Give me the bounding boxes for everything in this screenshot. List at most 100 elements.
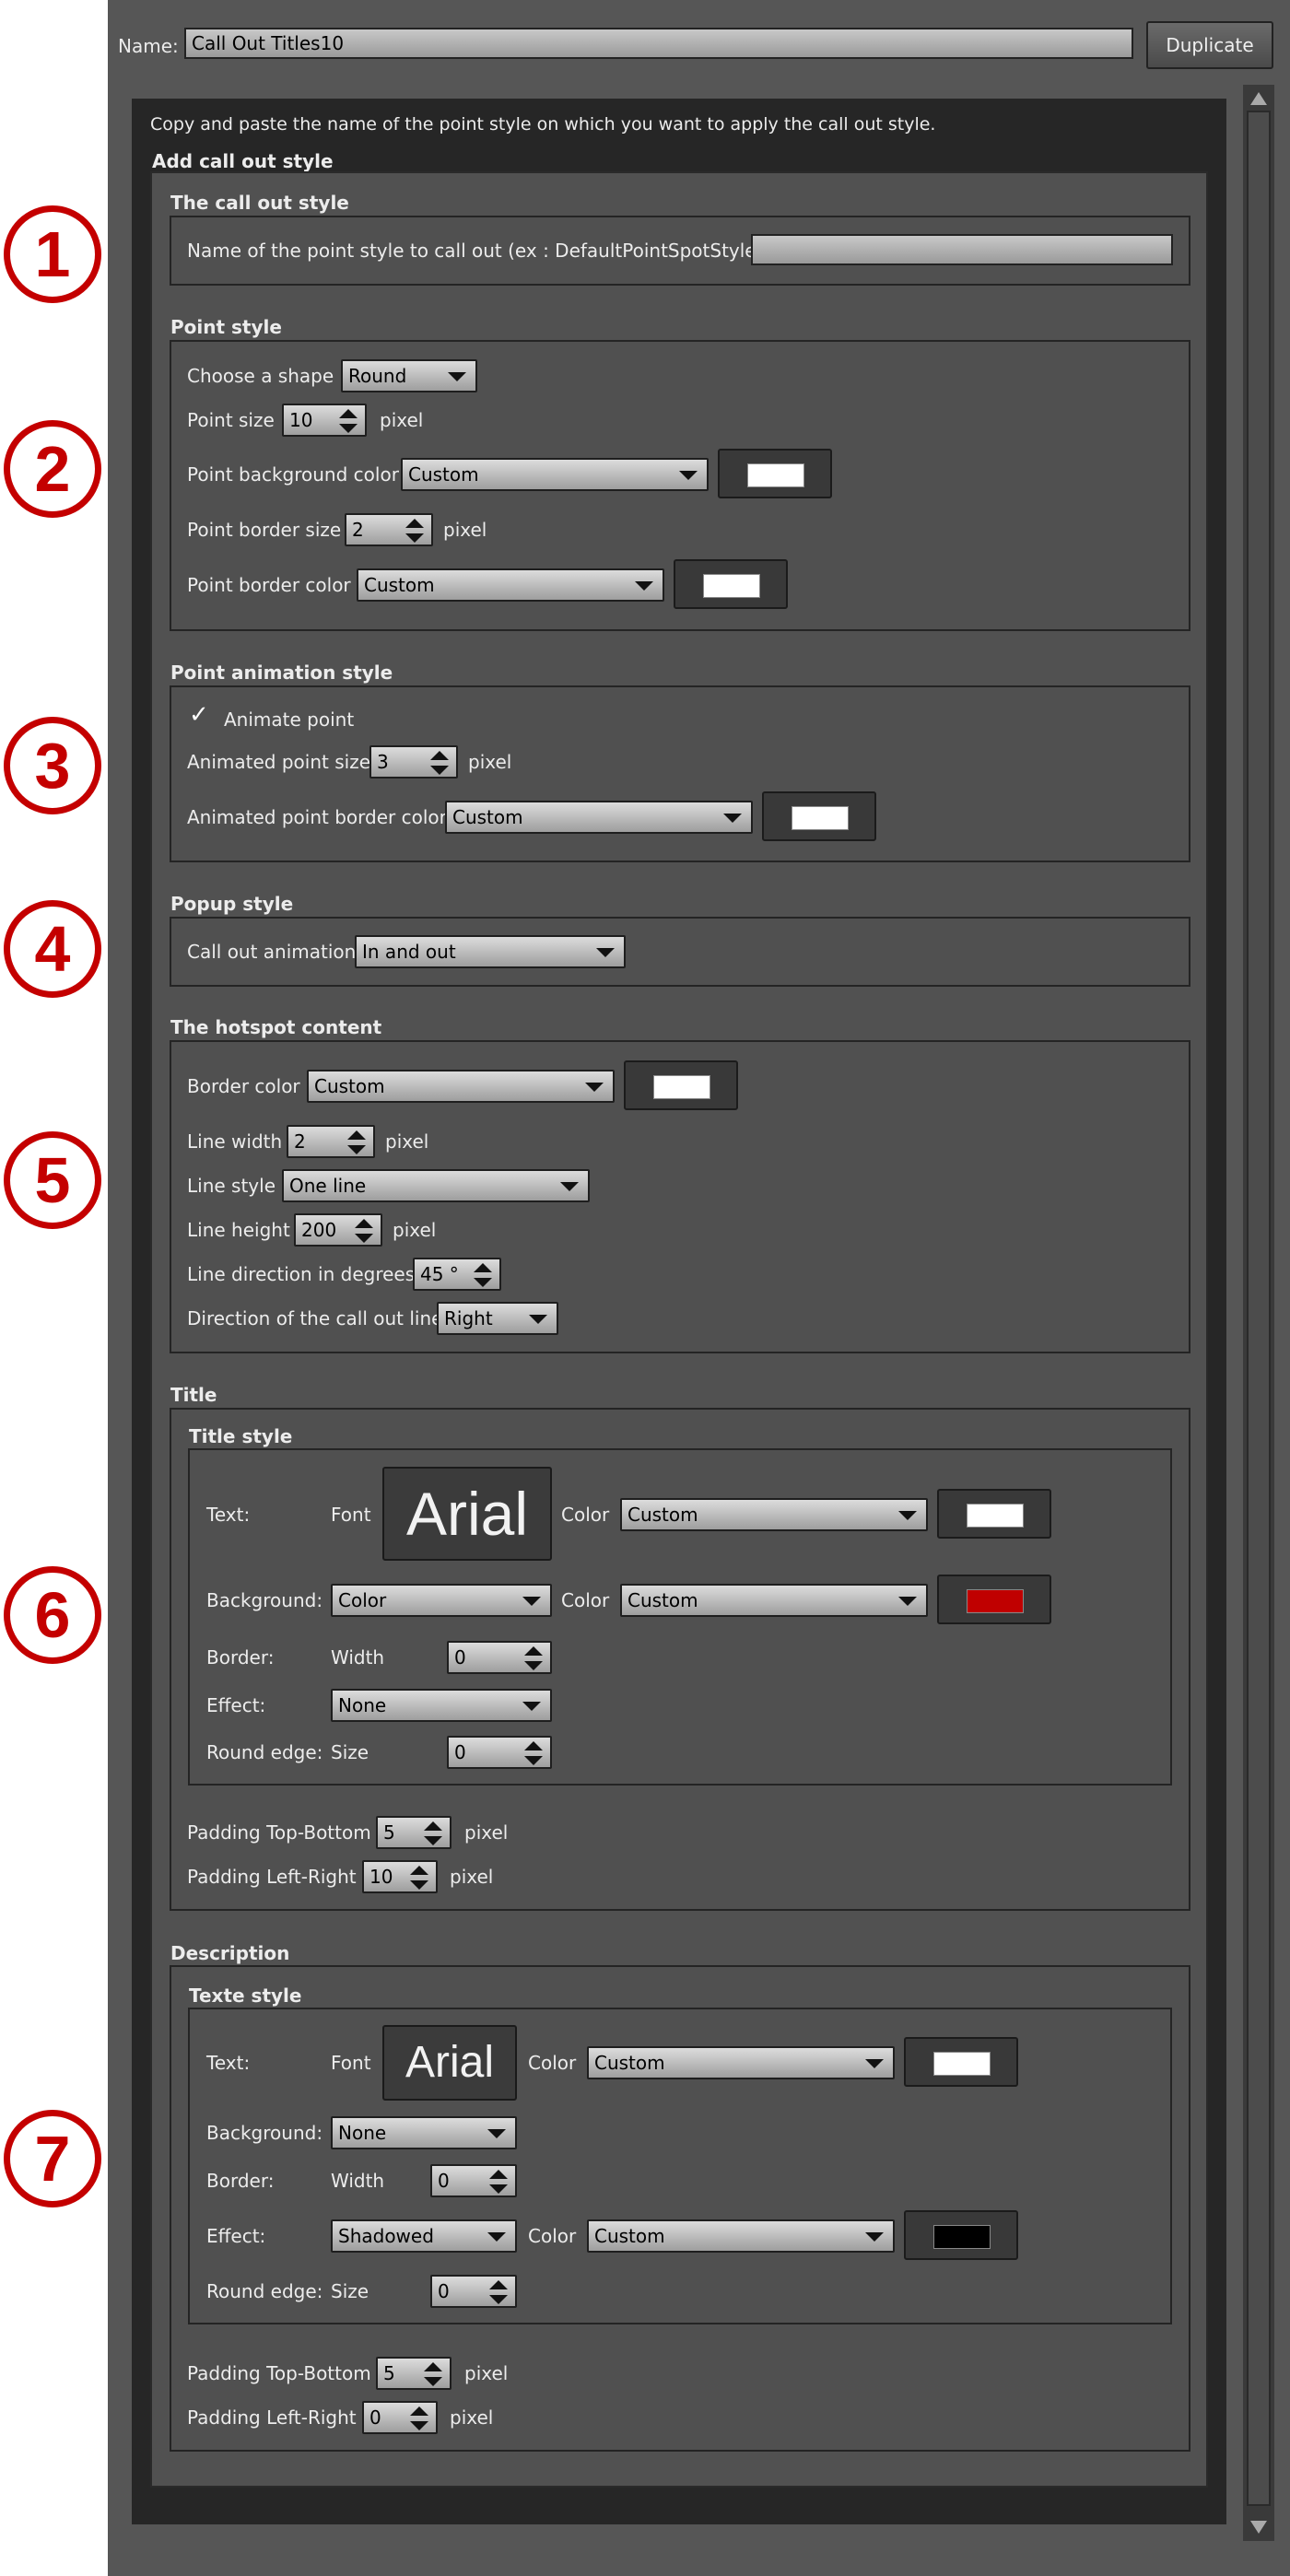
t-font-label: Font (331, 1504, 371, 1526)
name-label: Name: (118, 35, 179, 57)
d-bg-label: Background: (206, 2122, 323, 2144)
t-text-color-button[interactable] (937, 1489, 1051, 1539)
t-border-label: Border: (206, 1646, 275, 1669)
point-bg-color-button[interactable] (718, 449, 832, 498)
step-badge-6: 6 (4, 1566, 101, 1664)
step-badge-5: 5 (4, 1131, 101, 1229)
point-border-color-button[interactable] (674, 559, 788, 609)
popup-style-title: Popup style (170, 893, 294, 915)
spin-arrows-icon[interactable] (489, 2170, 508, 2194)
style-name-input[interactable]: Call Out Titles10 (184, 28, 1133, 59)
line-width-stepper[interactable]: 2 (287, 1125, 375, 1158)
t-text-color-select[interactable]: Custom (620, 1498, 928, 1531)
d-bg-select[interactable]: None (331, 2116, 517, 2149)
t-pad-lr-value: 10 (369, 1866, 393, 1888)
anim-border-color-button[interactable] (762, 791, 876, 841)
point-bg-color-select[interactable]: Custom (401, 458, 709, 491)
t-font-button[interactable]: Arial (382, 1467, 552, 1561)
scrollbar[interactable] (1243, 85, 1274, 2541)
t-pad-tb-unit: pixel (464, 1821, 509, 1844)
t-bg-select[interactable]: Color (331, 1584, 552, 1617)
d-size-stepper[interactable]: 0 (430, 2275, 517, 2308)
spin-arrows-icon[interactable] (430, 751, 449, 775)
step-badge-3: 3 (4, 717, 101, 814)
scroll-thumb[interactable] (1247, 111, 1271, 2506)
point-border-color-select[interactable]: Custom (357, 568, 664, 602)
t-pad-tb-stepper[interactable]: 5 (376, 1816, 452, 1849)
anim-size-stepper[interactable]: 3 (369, 745, 458, 779)
hotspot-title: The hotspot content (170, 1016, 382, 1038)
section-title: Add call out style (152, 150, 334, 172)
scroll-up-icon[interactable] (1250, 92, 1267, 105)
spin-arrows-icon[interactable] (424, 2362, 442, 2386)
point-bg-swatch (747, 463, 804, 487)
point-border-size-stepper[interactable]: 2 (345, 513, 433, 546)
hs-border-color-label: Border color (187, 1075, 300, 1097)
d-effect-color-button[interactable] (904, 2210, 1018, 2260)
spin-arrows-icon[interactable] (339, 409, 358, 433)
d-bg-value: None (338, 2122, 387, 2144)
d-round-label: Round edge: (206, 2280, 323, 2302)
d-effect-color-select[interactable]: Custom (587, 2219, 895, 2253)
shape-select[interactable]: Round (341, 359, 477, 392)
spin-arrows-icon[interactable] (524, 1646, 543, 1670)
chevron-down-icon (596, 948, 615, 957)
spin-arrows-icon[interactable] (405, 519, 424, 543)
anim-border-color-label: Animated point border color (187, 806, 447, 828)
anim-border-color-select[interactable]: Custom (445, 801, 753, 834)
t-text-color-value: Custom (627, 1504, 698, 1526)
animate-point-checkbox[interactable]: ✓ (189, 703, 209, 727)
spin-arrows-icon[interactable] (347, 1130, 366, 1154)
call-dir-select[interactable]: Right (437, 1302, 558, 1335)
d-pad-lr-stepper[interactable]: 0 (362, 2401, 438, 2434)
line-style-select[interactable]: One line (282, 1169, 590, 1202)
d-pad-tb-stepper[interactable]: 5 (376, 2357, 452, 2390)
line-width-label: Line width (187, 1130, 283, 1153)
d-effect-select[interactable]: Shadowed (331, 2219, 517, 2253)
call-dir-value: Right (444, 1307, 493, 1329)
t-effect-value: None (338, 1694, 387, 1716)
spin-arrows-icon[interactable] (424, 1821, 442, 1845)
line-height-stepper[interactable]: 200 (294, 1213, 382, 1247)
scroll-down-icon[interactable] (1250, 2521, 1267, 2534)
spin-arrows-icon[interactable] (410, 2406, 428, 2430)
t-width-label: Width (331, 1646, 385, 1669)
t-bg-color-button[interactable] (937, 1575, 1051, 1624)
duplicate-button[interactable]: Duplicate (1146, 21, 1273, 69)
t-size-stepper[interactable]: 0 (447, 1736, 552, 1769)
hs-border-color-button[interactable] (624, 1060, 738, 1110)
line-dir-stepper[interactable]: 45 ° (413, 1258, 501, 1291)
chevron-down-icon (560, 1182, 579, 1191)
anim-size-unit: pixel (468, 751, 512, 773)
hs-border-color-select[interactable]: Custom (307, 1070, 615, 1103)
t-width-stepper[interactable]: 0 (447, 1641, 552, 1674)
t-text-swatch (967, 1504, 1024, 1528)
d-effect-value: Shadowed (338, 2225, 434, 2247)
callout-anim-value: In and out (362, 941, 456, 963)
d-pad-tb-label: Padding Top-Bottom (187, 2362, 371, 2384)
t-width-value: 0 (454, 1646, 466, 1669)
shape-value: Round (348, 365, 407, 387)
d-text-color-select[interactable]: Custom (587, 2046, 895, 2079)
spin-arrows-icon[interactable] (410, 1866, 428, 1890)
d-width-value: 0 (438, 2170, 450, 2192)
d-text-color-button[interactable] (904, 2037, 1018, 2087)
t-bg-color-select[interactable]: Custom (620, 1584, 928, 1617)
point-border-color-label: Point border color (187, 574, 351, 596)
callout-anim-select[interactable]: In and out (355, 935, 626, 968)
spin-arrows-icon[interactable] (489, 2280, 508, 2304)
spin-arrows-icon[interactable] (355, 1219, 373, 1243)
t-effect-select[interactable]: None (331, 1689, 552, 1722)
t-pad-lr-stepper[interactable]: 10 (362, 1860, 438, 1893)
point-style-name-input[interactable] (751, 234, 1173, 265)
chevron-down-icon (898, 1597, 917, 1606)
spin-arrows-icon[interactable] (524, 1741, 543, 1765)
spin-arrows-icon[interactable] (474, 1263, 492, 1287)
t-effect-label: Effect: (206, 1694, 266, 1716)
d-pad-lr-label: Padding Left-Right (187, 2406, 357, 2429)
call-dir-label: Direction of the call out line (187, 1307, 443, 1329)
d-width-stepper[interactable]: 0 (430, 2164, 517, 2197)
d-pad-lr-value: 0 (369, 2406, 381, 2429)
point-size-stepper[interactable]: 10 (282, 404, 367, 437)
d-font-button[interactable]: Arial (382, 2025, 517, 2101)
